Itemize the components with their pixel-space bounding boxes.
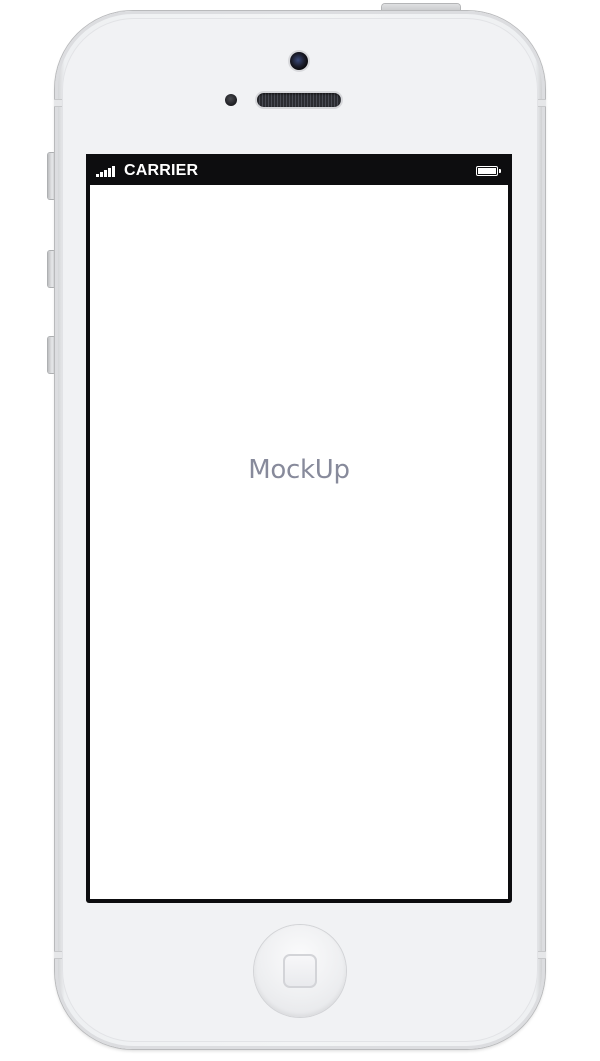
mockup-canvas: CARRIER MockUp: [0, 0, 600, 1061]
battery-icon: [476, 166, 501, 176]
earpiece-speaker-icon: [257, 93, 341, 107]
battery-level: [478, 168, 496, 174]
volume-down-button[interactable]: [48, 337, 55, 373]
status-bar: CARRIER: [86, 154, 512, 185]
mockup-label: MockUp: [248, 455, 350, 485]
phone-screen: CARRIER MockUp: [86, 154, 512, 903]
antenna-band: [538, 99, 546, 107]
home-square-icon: [283, 954, 317, 988]
front-camera-icon: [290, 52, 308, 70]
antenna-band: [54, 99, 62, 107]
home-button[interactable]: [254, 925, 346, 1017]
volume-up-button[interactable]: [48, 251, 55, 287]
signal-strength-icon: [96, 165, 115, 177]
proximity-sensor-icon: [225, 94, 237, 106]
mute-switch[interactable]: [48, 153, 55, 199]
carrier-name: CARRIER: [124, 162, 199, 179]
antenna-band: [54, 951, 62, 959]
screen-content[interactable]: MockUp: [90, 185, 508, 899]
antenna-band: [538, 951, 546, 959]
